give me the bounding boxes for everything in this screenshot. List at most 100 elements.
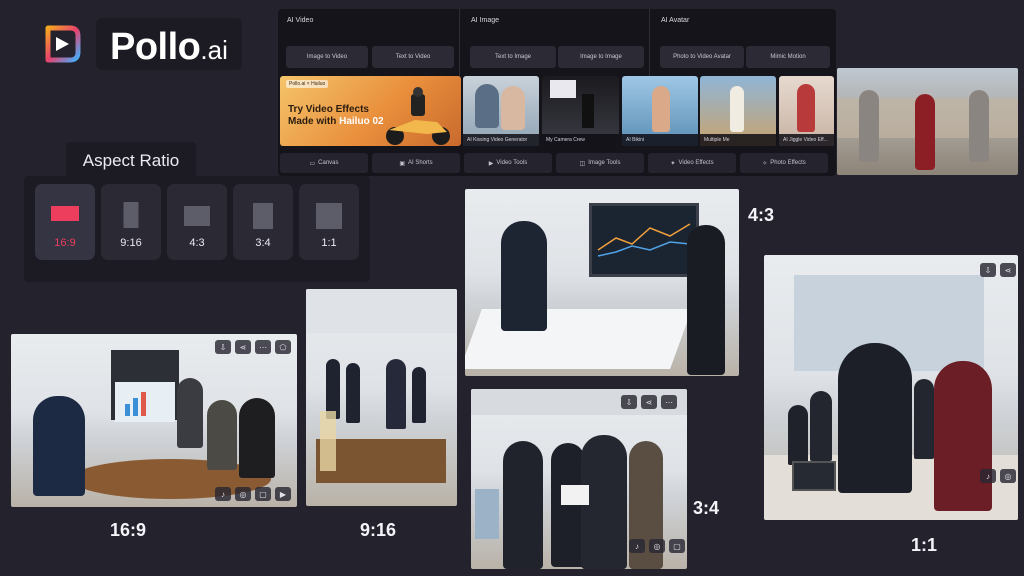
download-icon[interactable]: ⇩ <box>215 340 231 354</box>
multiple-me-thumbnail[interactable]: Multiple Me <box>700 76 776 146</box>
ratio-4-3-icon <box>184 206 210 226</box>
tool-label: Video Effects <box>678 160 714 166</box>
photo-to-video-avatar-button[interactable]: Photo to Video Avatar <box>660 46 744 68</box>
thumbnail-caption: AI Bikini <box>622 134 698 146</box>
video-effects-button[interactable]: ✦ Video Effects <box>648 153 736 173</box>
ratio-3-4-icon <box>253 203 273 229</box>
ratio-option-16-9[interactable]: 16:9 <box>35 184 95 260</box>
image-to-image-button[interactable]: Image to Image <box>558 46 644 68</box>
ai-shorts-button[interactable]: ▣ AI Shorts <box>372 153 460 173</box>
brand-logo[interactable]: Pollo .ai <box>40 18 260 70</box>
result-card-9-16[interactable] <box>306 289 457 506</box>
instagram-icon[interactable]: ◎ <box>1000 469 1016 483</box>
tool-label: Canvas <box>318 160 339 166</box>
menu-column-ai-video: AI Video Image to Video Text to Video <box>278 9 460 79</box>
tiktok-icon[interactable]: ♪ <box>629 539 645 553</box>
thumbnail-caption: AI Kissing Video Generator <box>463 134 539 146</box>
menu-column-title: AI Image <box>471 17 500 24</box>
shorts-icon: ▣ <box>399 160 405 167</box>
result-card-3-4[interactable]: ⇩ ⋖ ⋯ ♪ ◎ ▢ <box>471 389 687 569</box>
more-icon[interactable]: ⋯ <box>255 340 271 354</box>
result-label-3-4: 3:4 <box>693 498 720 518</box>
ratio-9-16-icon <box>123 202 139 228</box>
feature-menu-panel: AI Video Image to Video Text to Video AI… <box>278 9 836 176</box>
card-action-toolbar: ⇩ ⋖ ⋯ <box>621 395 677 409</box>
result-card-4-3[interactable] <box>465 189 739 376</box>
card-social-toolbar: ♪ ◎ ▢ ▶ <box>215 487 291 501</box>
aspect-ratio-selector: 16:9 9:16 4:3 3:4 1:1 <box>24 176 370 282</box>
result-label-4-3: 4:3 <box>748 205 775 225</box>
tool-label: Photo Effects <box>770 160 806 166</box>
download-icon[interactable]: ⇩ <box>980 263 996 277</box>
pollo-logo-icon <box>45 25 81 63</box>
tiktok-icon[interactable]: ♪ <box>215 487 231 501</box>
bookmark-icon[interactable]: ⬠ <box>275 340 291 354</box>
photo-effects-button[interactable]: ✧ Photo Effects <box>740 153 828 173</box>
laptop-screen <box>792 461 836 491</box>
ratio-option-4-3[interactable]: 4:3 <box>167 184 227 260</box>
instagram-icon[interactable]: ◎ <box>235 487 251 501</box>
thumbnail-caption: My Camera Crew <box>542 134 619 146</box>
result-card-1-1[interactable]: ⇩ ⋖ ♪ ◎ <box>764 255 1018 520</box>
text-to-image-button[interactable]: Text to Image <box>470 46 556 68</box>
ai-kissing-thumbnail[interactable]: AI Kissing Video Generator <box>463 76 539 146</box>
mimic-motion-button[interactable]: Mimic Motion <box>746 46 830 68</box>
video-tools-button[interactable]: ▶ Video Tools <box>464 153 552 173</box>
card-social-toolbar: ♪ ◎ ▢ <box>629 539 685 553</box>
promo-brand-tag: Pollo.ai × Hailuo <box>286 80 329 88</box>
presentation-screen <box>115 382 175 422</box>
download-icon[interactable]: ⇩ <box>621 395 637 409</box>
brand-name: Pollo <box>110 26 201 68</box>
tools-row: ▭ Canvas ▣ AI Shorts ▶ Video Tools ◫ Ima… <box>278 153 836 175</box>
menu-column-title: AI Avatar <box>661 17 690 24</box>
tool-label: Video Tools <box>496 160 528 166</box>
multiple-me-preview-image <box>837 68 1018 175</box>
ratio-label: 1:1 <box>321 237 337 249</box>
promo-line-2: Made with <box>288 116 337 127</box>
ratio-option-3-4[interactable]: 3:4 <box>233 184 293 260</box>
share-icon[interactable]: ⋖ <box>641 395 657 409</box>
image-to-video-button[interactable]: Image to Video <box>286 46 368 68</box>
ratio-label: 16:9 <box>54 237 76 249</box>
result-label-1-1: 1:1 <box>911 535 938 555</box>
ratio-label: 9:16 <box>120 237 142 249</box>
share-icon[interactable]: ⋖ <box>1000 263 1016 277</box>
canvas-icon: ▭ <box>309 160 316 167</box>
tiktok-icon[interactable]: ♪ <box>980 469 996 483</box>
menu-column-title: AI Video <box>287 17 314 24</box>
ratio-option-1-1[interactable]: 1:1 <box>299 184 359 260</box>
more-icon[interactable]: ⋯ <box>661 395 677 409</box>
video-tools-icon: ▶ <box>488 160 494 167</box>
result-card-16-9[interactable]: ⇩ ⋖ ⋯ ⬠ ♪ ◎ ▢ ▶ <box>11 334 297 507</box>
ai-bikini-thumbnail[interactable]: AI Bikini <box>622 76 698 146</box>
menu-column-ai-avatar: AI Avatar Photo to Video Avatar Mimic Mo… <box>652 9 836 79</box>
youtube-icon[interactable]: ▶ <box>275 487 291 501</box>
ai-jiggle-thumbnail[interactable]: AI Jiggle Video Eff... <box>779 76 834 146</box>
result-label-16-9: 16:9 <box>110 520 147 540</box>
ratio-label: 3:4 <box>255 237 271 249</box>
effects-thumbnail-row: Pollo.ai × Hailuo Try Video Effects Made… <box>278 76 836 146</box>
my-camera-crew-thumbnail[interactable]: My Camera Crew <box>542 76 619 146</box>
ratio-option-9-16[interactable]: 9:16 <box>101 184 161 260</box>
photo-effects-icon: ✧ <box>762 160 768 167</box>
motorcycle-rider-illustration <box>386 87 450 145</box>
canvas-button[interactable]: ▭ Canvas <box>280 153 368 173</box>
result-label-9-16: 9:16 <box>360 520 397 540</box>
comment-icon[interactable]: ▢ <box>255 487 271 501</box>
hailuo-promo-banner[interactable]: Pollo.ai × Hailuo Try Video Effects Made… <box>280 76 461 146</box>
thumbnail-caption: Multiple Me <box>700 134 776 146</box>
text-to-video-button[interactable]: Text to Video <box>372 46 454 68</box>
menu-column-ai-image: AI Image Text to Image Image to Image <box>462 9 650 79</box>
aspect-ratio-heading: Aspect Ratio <box>66 142 196 180</box>
tool-label: Image Tools <box>588 160 621 166</box>
image-tools-button[interactable]: ◫ Image Tools <box>556 153 644 173</box>
brand-suffix: .ai <box>200 35 228 65</box>
image-tools-icon: ◫ <box>579 160 586 167</box>
presentation-screen <box>589 203 699 277</box>
card-action-toolbar: ⇩ ⋖ <box>980 263 1016 277</box>
instagram-icon[interactable]: ◎ <box>649 539 665 553</box>
brand-wordmark: Pollo .ai <box>96 18 242 70</box>
ratio-label: 4:3 <box>189 237 205 249</box>
share-icon[interactable]: ⋖ <box>235 340 251 354</box>
comment-icon[interactable]: ▢ <box>669 539 685 553</box>
